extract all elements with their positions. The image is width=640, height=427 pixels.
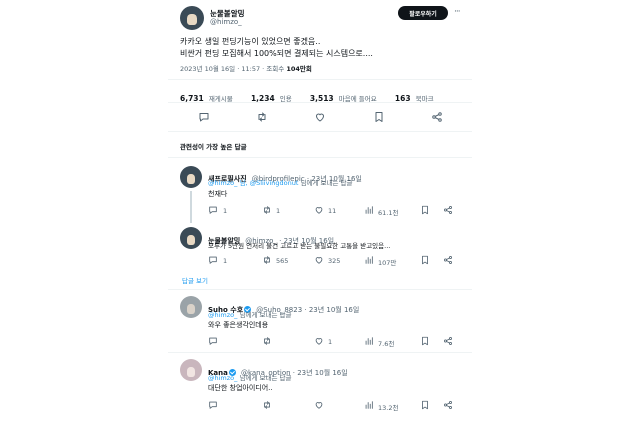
retweet-icon[interactable] <box>256 111 268 123</box>
tweet-timestamp: 2023년 10월 16일 · 11:57 · 조회수 104만회 <box>180 63 312 73</box>
view-count: 104만회 <box>286 65 312 73</box>
mention-link[interactable]: @himzo_ <box>208 311 237 319</box>
replies-sort-header[interactable]: 관련성이 가장 높은 답글 <box>180 141 247 151</box>
retweet-icon[interactable] <box>262 255 272 265</box>
retweet-icon[interactable] <box>262 336 272 346</box>
reply-text: 대단한 창업아이디어.. <box>208 384 273 392</box>
follow-button[interactable]: 팔로우하기 <box>398 6 448 20</box>
like-count: 325 <box>328 257 341 265</box>
avatar[interactable] <box>180 359 202 381</box>
reply-to-label: 님에게 보내는 답글 <box>300 179 353 187</box>
views-icon[interactable] <box>364 205 374 215</box>
like-icon[interactable] <box>314 400 324 410</box>
reply-icon[interactable] <box>208 336 218 346</box>
reply-icon[interactable] <box>208 205 218 215</box>
view-count: 107만 <box>378 259 397 267</box>
reply-icon[interactable] <box>208 255 218 265</box>
bookmark-icon[interactable] <box>373 111 385 123</box>
reply-text: 모두가 5만원 언저리 물건 고르고 받는 불필요한 고통을 받고있음... <box>208 242 391 250</box>
like-icon[interactable] <box>314 111 326 123</box>
views-icon[interactable] <box>364 400 374 410</box>
share-icon[interactable] <box>443 255 453 265</box>
share-icon[interactable] <box>431 111 443 123</box>
more-options-icon[interactable]: ··· <box>454 7 461 17</box>
view-count: 7.6천 <box>378 340 395 348</box>
share-icon[interactable] <box>443 336 453 346</box>
reply-icon[interactable] <box>198 111 210 123</box>
reply-to-line: @himzo_ 님, @Sliivingdonut 님에게 보내는 답글 <box>208 177 352 187</box>
tweet-column: 눈물볼알밍 @himzo_ 팔로우하기 ··· 카카오 생일 펀딩기능이 있었으… <box>168 0 472 427</box>
bookmark-icon[interactable] <box>420 255 430 265</box>
author-handle[interactable]: @himzo_ <box>210 18 242 26</box>
avatar[interactable] <box>180 296 202 318</box>
divider <box>168 157 472 158</box>
reply-to-label: 님에게 보내는 답글 <box>239 374 292 382</box>
views-icon[interactable] <box>364 255 374 265</box>
views-icon[interactable] <box>364 336 374 346</box>
bookmark-icon[interactable] <box>420 400 430 410</box>
divider <box>168 131 472 132</box>
reply-to-line: @himzo_ 님에게 보내는 답글 <box>208 372 291 382</box>
bookmark-icon[interactable] <box>420 205 430 215</box>
reply-to-line: @himzo_ 님에게 보내는 답글 <box>208 309 291 319</box>
reply-to-label: 님에게 보내는 답글 <box>239 311 292 319</box>
like-icon[interactable] <box>314 205 324 215</box>
divider <box>168 289 472 290</box>
divider <box>168 352 472 353</box>
timestamp-text: 2023년 10월 16일 · 11:57 · 조회수 <box>180 65 285 73</box>
show-replies-link[interactable]: 답글 보기 <box>182 275 208 285</box>
bookmark-icon[interactable] <box>420 336 430 346</box>
retweet-count: 1 <box>276 207 281 215</box>
tweet-text-line1: 카카오 생일 펀딩기능이 있었으면 좋겠음.. <box>180 37 321 46</box>
like-count: 11 <box>328 207 337 215</box>
reply-count: 1 <box>223 207 228 215</box>
share-icon[interactable] <box>443 205 453 215</box>
avatar[interactable] <box>180 227 202 249</box>
tweet-text-line2: 비싼거 펀딩 모집해서 100%되면 결제되는 시스템으로.... <box>180 49 373 58</box>
avatar[interactable] <box>180 6 204 30</box>
reply-text: 천재다 <box>208 190 228 198</box>
retweet-icon[interactable] <box>262 400 272 410</box>
retweet-icon[interactable] <box>262 205 272 215</box>
divider <box>168 102 472 103</box>
reply-text: 와우 좋은생각인데용 <box>208 321 269 329</box>
divider <box>168 79 472 80</box>
thread-line <box>190 191 192 223</box>
mention-link[interactable]: @himzo_ 님, @Sliivingdonut <box>208 179 298 187</box>
view-count: 61.1천 <box>378 209 399 217</box>
retweet-count: 565 <box>276 257 289 265</box>
reply-count: 1 <box>223 257 228 265</box>
mention-link[interactable]: @himzo_ <box>208 374 237 382</box>
reply-icon[interactable] <box>208 400 218 410</box>
view-count: 13.2천 <box>378 404 399 412</box>
like-icon[interactable] <box>314 255 324 265</box>
like-icon[interactable] <box>314 336 324 346</box>
like-count: 1 <box>328 338 333 346</box>
share-icon[interactable] <box>443 400 453 410</box>
avatar[interactable] <box>180 166 202 188</box>
